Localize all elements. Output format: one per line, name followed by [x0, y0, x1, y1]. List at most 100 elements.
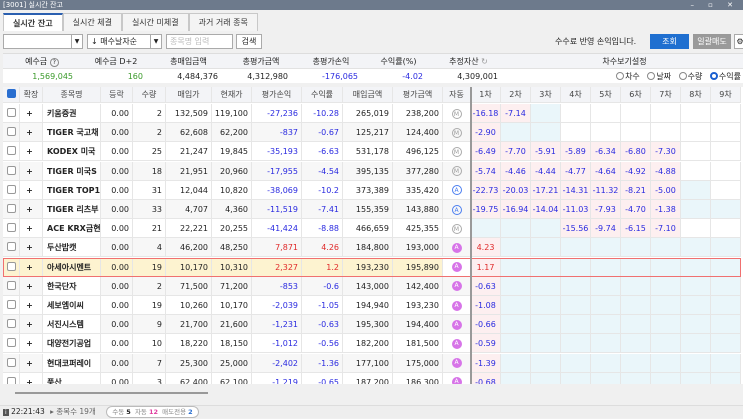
- stock-name[interactable]: 대양전기공업: [43, 334, 101, 353]
- radio-rate[interactable]: 수익률: [705, 72, 741, 81]
- table-row[interactable]: + 대양전기공업 0.00 10 18,220 18,150 -1,012 -0.56 182,…: [3, 334, 741, 354]
- account-select[interactable]: ▼: [3, 34, 83, 49]
- checkbox-icon[interactable]: [6, 261, 16, 271]
- expand-icon[interactable]: +: [20, 276, 43, 295]
- column-header[interactable]: 매입금액: [343, 87, 393, 102]
- auto-mode-icon[interactable]: A: [451, 377, 462, 384]
- expand-icon[interactable]: +: [20, 238, 43, 257]
- query-button[interactable]: 조회: [650, 34, 689, 49]
- row-checkbox[interactable]: [3, 296, 20, 314]
- auto-mode-cell[interactable]: M: [443, 123, 471, 142]
- column-header[interactable]: 평가금액: [393, 87, 443, 102]
- checkbox-icon[interactable]: [6, 146, 16, 156]
- table-row[interactable]: + 현대코퍼레이 0.00 7 25,300 25,000 -2,402 -1.36 177,1…: [3, 353, 741, 373]
- column-header[interactable]: 6차: [621, 87, 651, 102]
- column-header[interactable]: 자동: [443, 87, 471, 102]
- table-row[interactable]: + 한국단자 0.00 2 71,500 71,200 -853 -0.6 143,000 142…: [3, 276, 741, 296]
- manual-mode-icon[interactable]: M: [451, 108, 462, 119]
- column-header[interactable]: 수익률: [302, 87, 343, 102]
- stock-name[interactable]: 키움증권: [43, 104, 101, 122]
- table-row[interactable]: + TIGER TOP1 0.00 31 12,044 10,820 -38,069 -10.…: [3, 180, 741, 200]
- auto-mode-cell[interactable]: M: [443, 219, 471, 238]
- table-row[interactable]: + 풍산 0.00 3 62,400 62,100 -1,219 -0.65 187,200 18…: [3, 372, 741, 384]
- auto-mode-cell[interactable]: A: [443, 334, 471, 353]
- expand-icon[interactable]: +: [20, 296, 43, 314]
- checkbox-icon[interactable]: [6, 108, 16, 117]
- table-row[interactable]: + 세보엠이씨 0.00 19 10,260 10,170 -2,039 -1.05 194,9…: [3, 296, 741, 315]
- column-header[interactable]: 5차: [591, 87, 621, 102]
- auto-mode-cell[interactable]: A: [443, 296, 471, 314]
- stock-name[interactable]: 아세아시멘트: [43, 257, 101, 276]
- auto-mode-icon[interactable]: A: [451, 319, 462, 330]
- expand-icon[interactable]: +: [20, 104, 43, 122]
- row-checkbox[interactable]: [3, 180, 20, 199]
- column-header[interactable]: 7차: [651, 87, 681, 102]
- checkbox-icon[interactable]: [6, 184, 16, 194]
- auto-mode-cell[interactable]: A: [443, 276, 471, 295]
- row-checkbox[interactable]: [3, 123, 20, 142]
- auto-mode-icon[interactable]: A: [451, 242, 462, 253]
- row-checkbox[interactable]: [3, 315, 20, 334]
- radio-step[interactable]: 차수: [611, 72, 640, 81]
- stock-name[interactable]: 풍산: [43, 372, 101, 384]
- auto-mode-icon[interactable]: A: [451, 300, 462, 311]
- expand-icon[interactable]: +: [20, 353, 43, 372]
- auto-mode-cell[interactable]: M: [443, 142, 471, 161]
- row-checkbox[interactable]: [3, 334, 20, 353]
- chevron-down-icon[interactable]: ▼: [71, 35, 82, 48]
- row-checkbox[interactable]: [3, 104, 20, 122]
- table-row[interactable]: + ACE KRX금현 0.00 21 22,221 20,255 -41,424 -8.88…: [3, 219, 741, 239]
- row-checkbox[interactable]: [3, 142, 20, 161]
- select-all-checkbox[interactable]: [3, 87, 20, 102]
- stock-name[interactable]: 서진시스템: [43, 315, 101, 334]
- expand-icon[interactable]: +: [20, 123, 43, 142]
- checkbox-icon[interactable]: [6, 357, 16, 367]
- manual-mode-icon[interactable]: M: [451, 127, 462, 138]
- stock-name[interactable]: TIGER 미국S: [43, 161, 101, 180]
- table-row[interactable]: + TIGER 국고채 0.00 2 62,608 62,200 -837 -0.67 125,…: [3, 123, 741, 143]
- radio-qty[interactable]: 수량: [674, 72, 702, 81]
- stock-name[interactable]: ACE KRX금현: [43, 219, 101, 238]
- radio-date[interactable]: 날짜: [642, 72, 671, 81]
- auto-mode-cell[interactable]: A: [443, 372, 471, 384]
- row-checkbox[interactable]: [3, 200, 20, 218]
- auto-mode-cell[interactable]: A: [443, 353, 471, 372]
- column-header[interactable]: 9차: [711, 87, 741, 102]
- stock-name[interactable]: KODEX 미국: [43, 142, 101, 161]
- stock-name[interactable]: TIGER 리츠부: [43, 200, 101, 218]
- auto-mode-icon[interactable]: A: [451, 281, 462, 292]
- checkbox-icon[interactable]: [6, 300, 16, 309]
- manual-mode-icon[interactable]: M: [451, 146, 462, 157]
- column-header[interactable]: 등락: [101, 87, 133, 102]
- checkbox-icon[interactable]: [6, 165, 16, 175]
- checkbox-icon[interactable]: [6, 89, 16, 98]
- tab-realtime-balance[interactable]: 실시간 잔고: [3, 13, 63, 31]
- stock-name[interactable]: 한국단자: [43, 276, 101, 295]
- sort-select[interactable]: ↓ 매수날자순 ▼: [87, 34, 162, 49]
- auto-mode-icon[interactable]: A: [451, 204, 462, 215]
- stock-name[interactable]: TIGER TOP1: [43, 180, 101, 199]
- expand-icon[interactable]: +: [20, 142, 43, 161]
- row-checkbox[interactable]: [3, 353, 20, 372]
- expand-icon[interactable]: +: [20, 257, 43, 276]
- search-button[interactable]: 검색: [236, 34, 262, 49]
- tab-past-trades[interactable]: 과거 거래 종목: [188, 13, 258, 31]
- checkbox-icon[interactable]: [6, 319, 16, 329]
- help-icon[interactable]: ?: [49, 58, 59, 67]
- expand-icon[interactable]: +: [20, 200, 43, 218]
- table-row[interactable]: + 서진시스템 0.00 9 21,700 21,600 -1,231 -0.63 195,30…: [3, 315, 741, 335]
- table-row[interactable]: + TIGER 미국S 0.00 18 21,951 20,960 -17,955 -4.54…: [3, 161, 741, 181]
- stock-name[interactable]: 두산밥캣: [43, 238, 101, 257]
- manual-mode-icon[interactable]: M: [451, 223, 462, 234]
- checkbox-icon[interactable]: [6, 242, 16, 252]
- auto-mode-cell[interactable]: A: [443, 180, 471, 199]
- expand-icon[interactable]: +: [20, 180, 43, 199]
- row-checkbox[interactable]: [3, 161, 20, 180]
- stock-name[interactable]: TIGER 국고채: [43, 123, 101, 142]
- auto-mode-cell[interactable]: A: [443, 200, 471, 218]
- tab-realtime-unexecuted[interactable]: 실시간 미체결: [121, 13, 189, 31]
- column-header[interactable]: 8차: [681, 87, 711, 102]
- stock-search-input[interactable]: 종목명 입력: [166, 34, 233, 49]
- expand-icon[interactable]: +: [20, 372, 43, 384]
- auto-mode-icon[interactable]: A: [451, 262, 462, 273]
